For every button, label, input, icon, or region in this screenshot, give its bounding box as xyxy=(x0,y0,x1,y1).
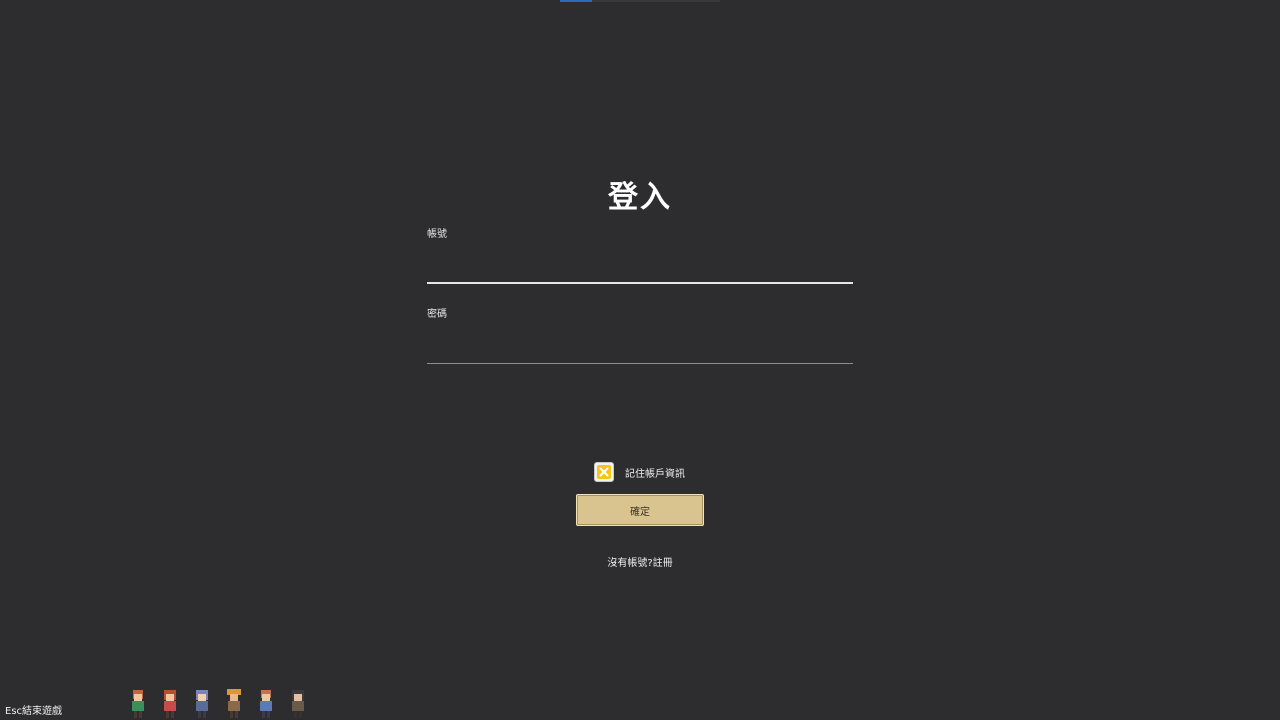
password-field-group: 密碼 xyxy=(427,308,853,364)
register-link[interactable]: 沒有帳號?註冊 xyxy=(607,558,672,569)
character-sprite-icon xyxy=(292,690,304,718)
esc-exit-hint: Esc結束遊戲 xyxy=(5,706,63,717)
login-screen: 登入 帳號 密碼 記住帳戶資訊 確定 沒有帳號?註冊 Esc結束遊戲 xyxy=(0,0,1280,720)
remember-account-option[interactable]: 記住帳戶資訊 xyxy=(594,460,685,484)
character-sprite-icon xyxy=(132,690,144,718)
checkmark-x-icon xyxy=(597,465,611,479)
character-sprite-icon xyxy=(260,690,272,718)
remember-checkbox[interactable] xyxy=(594,462,614,482)
page-title: 登入 xyxy=(608,180,672,215)
character-sprite-icon xyxy=(164,690,176,718)
password-label: 密碼 xyxy=(427,309,447,320)
account-label: 帳號 xyxy=(427,229,447,240)
top-tab-active-indicator xyxy=(560,0,592,2)
character-sprite-icon xyxy=(196,690,208,718)
top-tab-bar xyxy=(560,0,720,2)
password-input[interactable] xyxy=(427,340,853,364)
account-field-group: 帳號 xyxy=(427,228,853,284)
account-input[interactable] xyxy=(427,260,853,284)
register-prompt: 沒有帳號?註冊 xyxy=(0,554,1280,569)
remember-label: 記住帳戶資訊 xyxy=(625,468,685,480)
character-sprite-icon xyxy=(227,689,241,718)
confirm-button[interactable]: 確定 xyxy=(576,494,704,526)
